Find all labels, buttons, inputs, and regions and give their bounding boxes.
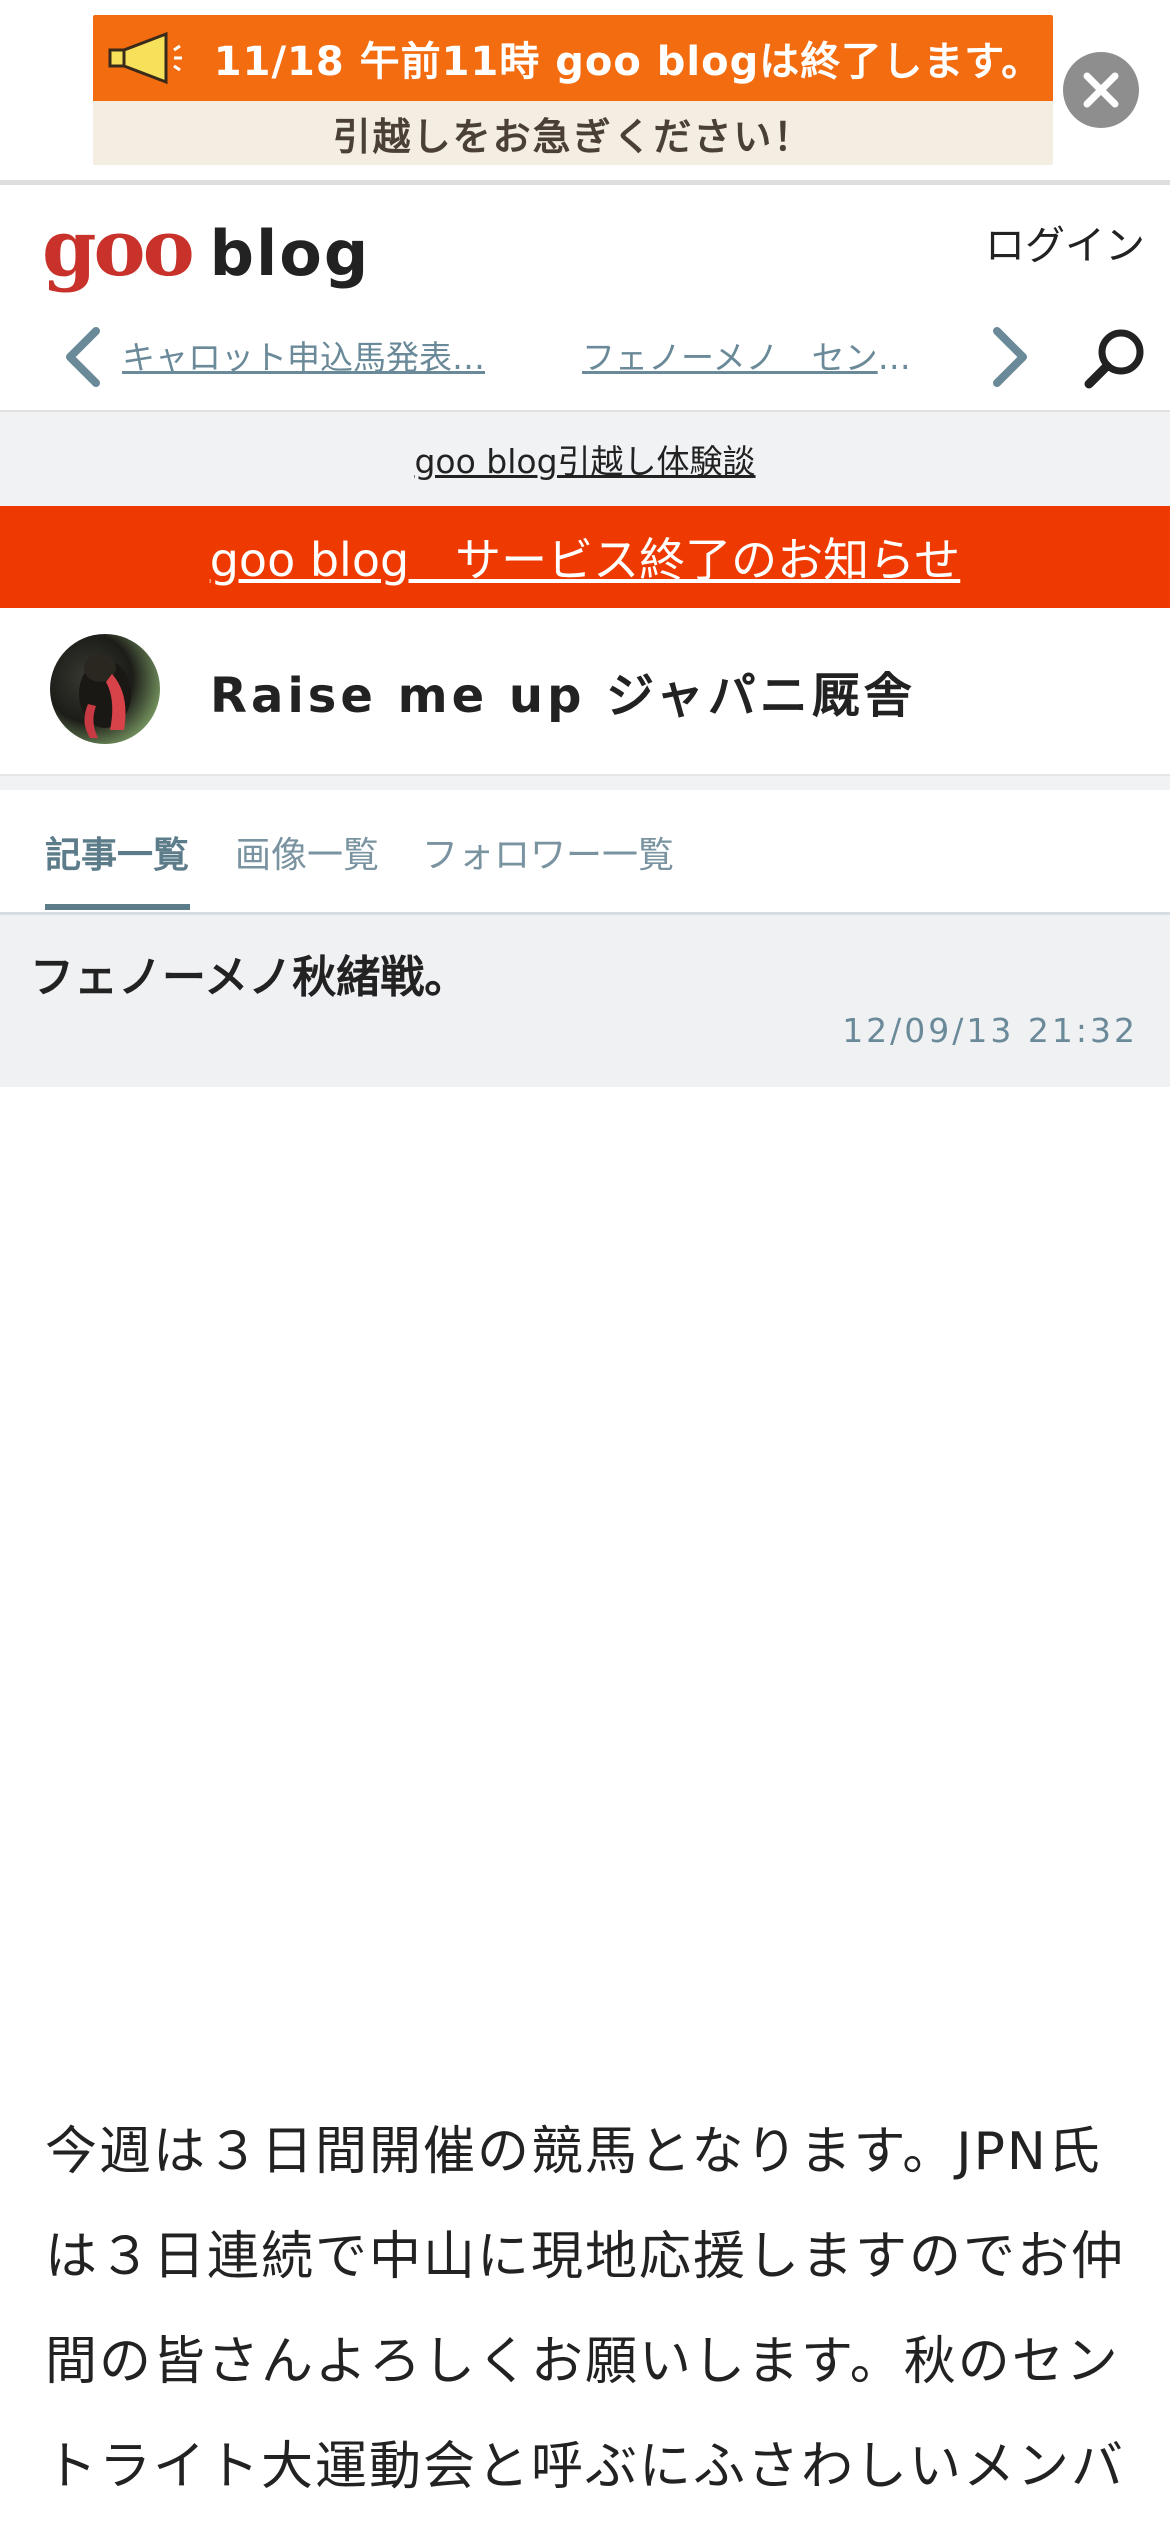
site-header: goo blog ログイン キャロット申込馬発表… フェノーメノ セント… (0, 185, 1170, 412)
promo-headline-row: 11/18 午前11時 goo blogは終了します。 (93, 15, 1053, 101)
prev-article-link[interactable]: キャロット申込馬発表… (122, 331, 502, 379)
logo-blog-text: blog (209, 217, 371, 290)
service-end-notice-link[interactable]: goo blog サービス終了のお知らせ (210, 524, 961, 590)
blog-title[interactable]: Raise me up ジャパニ厩舎 (210, 656, 916, 726)
article-body: 今週は３日間開催の競馬となります。JPN氏は３日連続で中山に現地応援しますのでお… (45, 2122, 1126, 2497)
chevron-left-icon[interactable] (60, 325, 108, 389)
megaphone-icon (108, 31, 182, 85)
article-header: フェノーメノ秋緒戦。 12/09/13 21:32 (0, 915, 1170, 1087)
tab-images[interactable]: 画像一覧 (235, 826, 379, 878)
migration-story-bar: goo blog引越し体験談 (0, 412, 1170, 506)
close-button[interactable] (1063, 52, 1139, 128)
migration-story-link[interactable]: goo blog引越し体験談 (414, 435, 755, 483)
logo-goo-text: goo (42, 203, 195, 294)
promo-subline: 引越しをお急ぎください！ (332, 114, 814, 159)
active-tab-indicator (45, 904, 190, 910)
promo-banner[interactable]: 11/18 午前11時 goo blogは終了します。 引越しをお急ぎください！ (93, 15, 1053, 165)
search-icon[interactable] (1082, 325, 1148, 391)
tab-followers[interactable]: フォロワー一覧 (422, 826, 674, 878)
blog-tabs: 記事一覧 画像一覧 フォロワー一覧 (0, 790, 1170, 915)
close-icon (1083, 72, 1119, 108)
ad-space (0, 1087, 1170, 2047)
next-article-link[interactable]: フェノーメノ セント… (582, 331, 942, 379)
tab-articles[interactable]: 記事一覧 (45, 826, 189, 878)
login-link[interactable]: ログイン (985, 213, 1145, 271)
avatar[interactable] (50, 634, 160, 744)
promo-subline-row: 引越しをお急ぎください！ (93, 101, 1053, 165)
article-date: 12/09/13 21:32 (842, 1011, 1138, 1050)
article-title: フェノーメノ秋緒戦。 (30, 952, 469, 1003)
avatar-image (79, 654, 131, 738)
chevron-right-icon[interactable] (985, 325, 1033, 389)
goo-blog-logo[interactable]: goo blog (42, 203, 370, 294)
promo-headline: 11/18 午前11時 goo blogは終了します。 (213, 39, 1043, 85)
promo-area: 11/18 午前11時 goo blogは終了します。 引越しをお急ぎください！ (0, 0, 1170, 180)
section-gap (0, 776, 1170, 790)
service-end-notice: goo blog サービス終了のお知らせ (0, 506, 1170, 608)
blog-header: Raise me up ジャパニ厩舎 (0, 608, 1170, 776)
